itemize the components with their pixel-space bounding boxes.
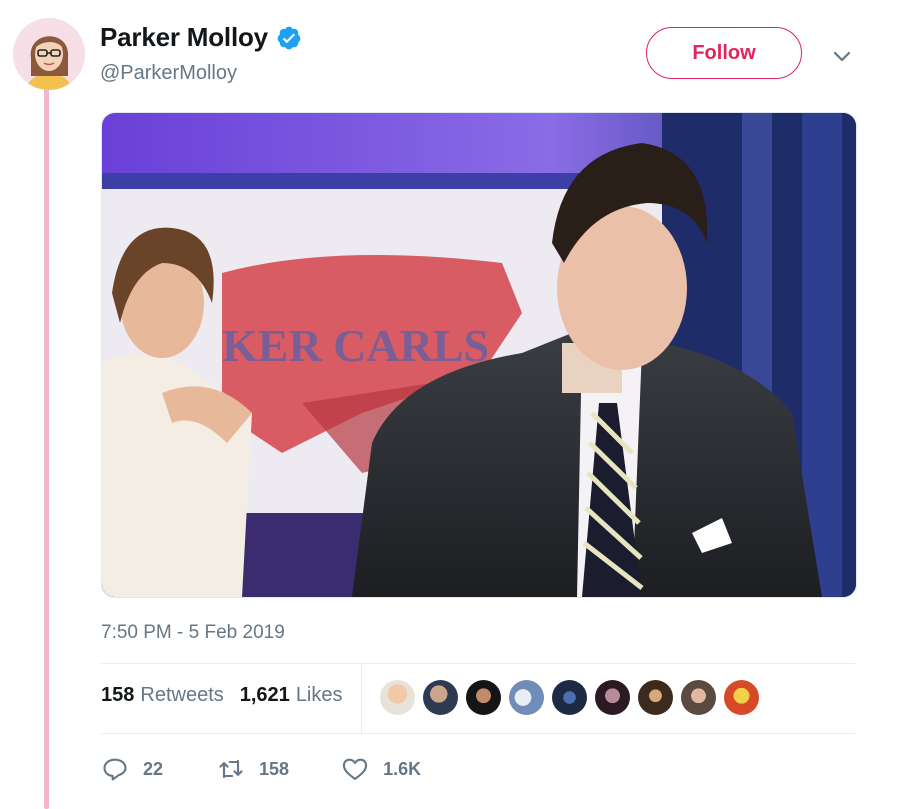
liker-avatar[interactable] [466, 680, 501, 715]
retweets-count: 158 [101, 684, 135, 706]
heart-icon [342, 758, 368, 780]
author-handle[interactable]: @ParkerMolloy [100, 62, 237, 85]
follow-button[interactable]: Follow [646, 27, 802, 79]
likes-label: Likes [295, 684, 343, 706]
liker-avatar[interactable] [724, 680, 759, 715]
tweet-timestamp[interactable]: 7:50 PM - 5 Feb 2019 [101, 622, 285, 644]
liker-avatar[interactable] [423, 680, 458, 715]
tweet-stats: 158 Retweets 1,621 Likes [101, 684, 343, 707]
liker-avatar[interactable] [638, 680, 673, 715]
liker-avatar[interactable] [595, 680, 630, 715]
retweet-count: 158 [259, 758, 290, 779]
liker-avatar[interactable] [681, 680, 716, 715]
reply-icon [103, 758, 127, 781]
thread-line [44, 86, 49, 809]
likes-count: 1,621 [239, 684, 290, 706]
liker-avatars [380, 680, 759, 715]
liker-avatar[interactable] [380, 680, 415, 715]
retweets-stat[interactable]: 158 Retweets [101, 684, 224, 707]
author-name-row: Parker Molloy [100, 22, 302, 53]
stats-divider-top [101, 663, 855, 664]
retweet-action[interactable]: 158 [217, 755, 289, 783]
verified-badge-icon [277, 26, 301, 49]
liker-avatar[interactable] [552, 680, 587, 715]
retweets-label: Retweets [140, 684, 224, 706]
likes-stat[interactable]: 1,621 Likes [240, 684, 343, 707]
author-display-name[interactable]: Parker Molloy [100, 22, 268, 53]
tweet-media-image[interactable]: KER CARLS [101, 112, 857, 598]
reply-action[interactable]: 22 [101, 755, 163, 783]
like-action[interactable]: 1.6K [341, 755, 421, 783]
stats-separator [361, 664, 362, 733]
reply-count: 22 [143, 758, 164, 779]
stats-divider-bottom [101, 733, 855, 734]
media-background-text: KER CARLS [222, 320, 489, 371]
author-avatar[interactable] [13, 18, 85, 90]
chevron-down-icon[interactable] [830, 44, 854, 68]
like-count: 1.6K [383, 758, 422, 779]
liker-avatar[interactable] [509, 680, 544, 715]
retweet-icon [219, 759, 243, 779]
tweet-actions: 22 158 1.6K [101, 755, 421, 783]
